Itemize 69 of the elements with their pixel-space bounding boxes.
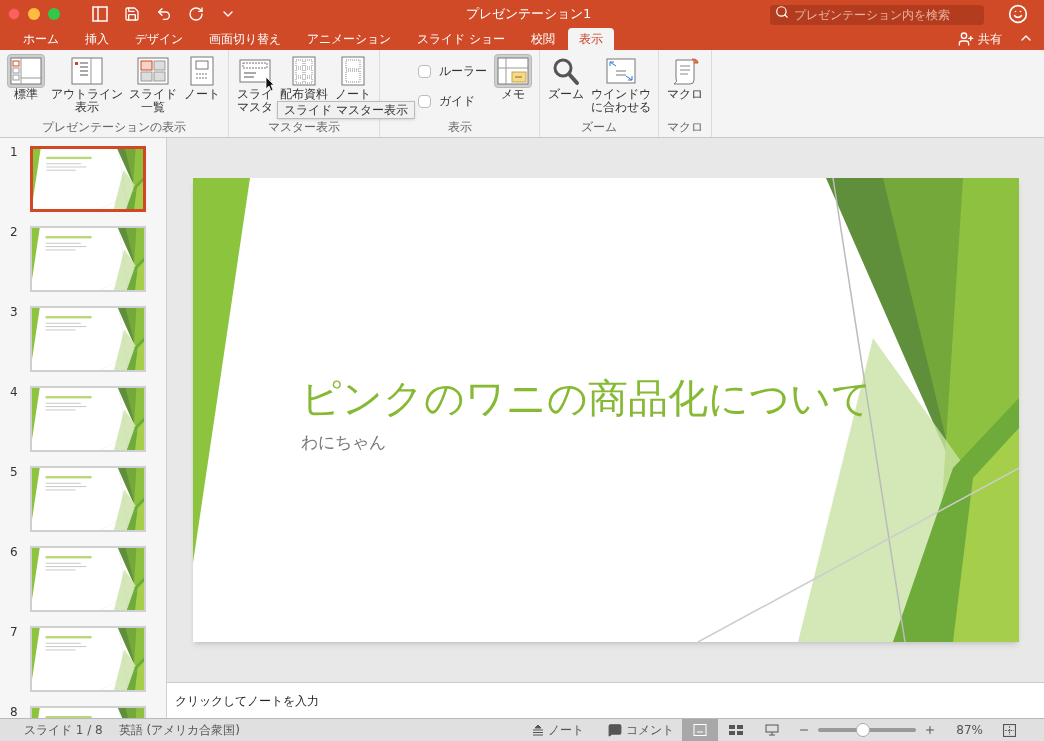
slide-number: 8	[10, 706, 18, 718]
group-label: ズーム	[580, 120, 618, 134]
checkbox[interactable]: ルーラー	[418, 62, 487, 80]
save-icon[interactable]	[124, 6, 140, 22]
ribbon-button[interactable]: アウトライン 表示	[48, 54, 126, 120]
zoom-in-icon[interactable]	[924, 724, 937, 736]
ribbon-button[interactable]: マクロ	[663, 54, 707, 120]
ribbon-tab[interactable]: デザイン	[122, 28, 196, 50]
zoom-slider[interactable]	[818, 723, 917, 737]
ribbon-tab[interactable]: スライド ショー	[404, 28, 518, 50]
layout-icon	[604, 56, 638, 86]
layout-icon	[496, 56, 530, 86]
ribbon-button[interactable]: 標準	[4, 54, 48, 120]
slide-number: 4	[10, 386, 18, 401]
ribbon-button[interactable]: スライ マスタ	[233, 54, 277, 120]
slide-count: スライド 1 / 8	[24, 722, 103, 739]
close-icon[interactable]	[8, 8, 20, 20]
redo-icon[interactable]	[188, 6, 204, 22]
speech-bubble-icon	[608, 723, 623, 737]
ribbon-tab[interactable]: 画面切り替え	[196, 28, 294, 50]
window-title: プレゼンテーション1	[466, 5, 592, 24]
language: 英語 (アメリカ合衆国)	[118, 722, 240, 739]
layout-icon	[9, 56, 43, 86]
checkbox[interactable]: ガイド	[418, 92, 487, 110]
slide-number: 5	[10, 466, 18, 481]
ribbon-button[interactable]: メモ	[491, 54, 535, 120]
normal-view-icon	[693, 724, 708, 736]
slide-number: 6	[10, 546, 18, 561]
layout-icon	[70, 56, 104, 86]
maximize-icon[interactable]	[48, 8, 60, 20]
group-label: プレゼンテーションの表示	[41, 120, 187, 134]
group-label: マスター表示	[267, 120, 341, 134]
ribbon-tab[interactable]: ホーム	[10, 28, 72, 50]
ribbon-button[interactable]: ズーム	[544, 54, 588, 120]
group-label: マクロ	[666, 120, 704, 134]
notes-icon	[532, 724, 545, 736]
ribbon-tab[interactable]: 挿入	[72, 28, 122, 50]
layout-icon	[238, 56, 272, 86]
smiley-icon[interactable]	[1008, 4, 1028, 24]
zoom-percent: 87%	[956, 722, 983, 739]
comments-button[interactable]: コメント	[600, 721, 683, 739]
slide-number: 3	[10, 306, 18, 321]
ribbon-button[interactable]: ノート	[180, 54, 224, 120]
minimize-icon[interactable]	[28, 8, 40, 20]
ribbon-tab[interactable]: 校閲	[517, 28, 568, 50]
search-field[interactable]: プレゼンテーション内を検索	[770, 5, 984, 25]
share-button[interactable]: 共有	[958, 28, 1002, 50]
grid-icon	[729, 724, 744, 736]
notes-button[interactable]: ノート	[524, 721, 593, 739]
slide-number: 7	[10, 626, 18, 641]
search-icon	[775, 5, 789, 19]
undo-icon[interactable]	[156, 6, 172, 22]
notes-field[interactable]: クリックしてノートを入力	[167, 682, 1044, 718]
tooltip: スライド マスター表示	[277, 101, 415, 119]
ribbon-tab[interactable]: アニメーション	[294, 28, 404, 50]
add-person-icon	[958, 31, 974, 47]
presentation-icon	[765, 724, 780, 736]
ribbon-tab[interactable]: 表示	[567, 28, 614, 50]
fit-icon[interactable]	[1003, 723, 1016, 737]
slide-subtitle[interactable]: わにちゃん	[300, 430, 872, 456]
ribbon-button[interactable]: ウインドウ に合わせる	[588, 54, 654, 120]
slide-thumbnail[interactable]	[30, 146, 146, 212]
ribbon-button[interactable]: スライド 一覧	[126, 54, 180, 120]
view-button[interactable]	[682, 718, 719, 741]
slide-number: 1	[10, 146, 18, 161]
layout-icon	[136, 56, 170, 86]
group-label: 表示	[446, 120, 473, 134]
panel-icon[interactable]	[92, 6, 108, 22]
slide-number: 2	[10, 226, 18, 241]
